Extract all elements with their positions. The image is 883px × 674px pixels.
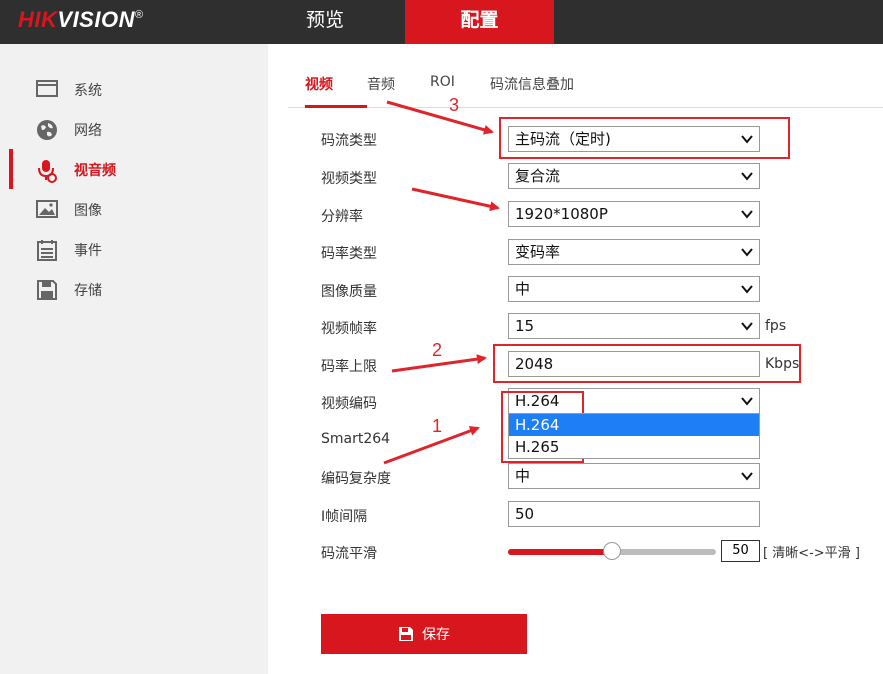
label-stream-smoothing: 码流平滑 [321, 546, 377, 562]
encoding-complexity-select[interactable]: 中 [508, 463, 760, 489]
sidebar-item-audio-video[interactable]: 视音频 [0, 149, 268, 189]
calendar-icon [36, 239, 58, 261]
chevron-down-icon [741, 397, 753, 406]
label-encoding-complexity: 编码复杂度 [321, 471, 391, 487]
tab-video[interactable]: 视频 [305, 74, 333, 94]
sidebar-item-label: 网络 [74, 123, 102, 139]
frame-rate-unit: fps [765, 318, 787, 334]
chevron-down-icon [741, 172, 753, 181]
save-disk-icon [36, 279, 58, 300]
bitrate-type-value: 变码率 [515, 243, 561, 261]
chevron-down-icon [741, 210, 753, 219]
annotation-number-2: 2 [432, 340, 443, 360]
frame-rate-select[interactable]: 15 [508, 313, 760, 339]
chevron-down-icon [741, 285, 753, 294]
dropdown-option-h264[interactable]: H.264 [509, 414, 759, 436]
microphone-icon [36, 159, 58, 183]
label-resolution: 分辨率 [321, 209, 363, 225]
label-video-type: 视频类型 [321, 171, 377, 187]
sub-tab-bar: 视频 音频 ROI 码流信息叠加 [288, 64, 883, 108]
sidebar-item-label: 事件 [74, 243, 102, 259]
chevron-down-icon [741, 248, 753, 257]
hikvision-logo: HIKVISION® [18, 7, 144, 33]
label-image-quality: 图像质量 [321, 284, 377, 300]
image-icon [36, 199, 58, 219]
chevron-down-icon [741, 472, 753, 481]
video-type-select[interactable]: 复合流 [508, 163, 760, 189]
logo-mark: ® [134, 9, 144, 21]
annotation-number-1: 1 [432, 416, 443, 436]
sidebar-item-event[interactable]: 事件 [0, 229, 268, 269]
tab-audio[interactable]: 音频 [367, 74, 395, 94]
image-quality-select[interactable]: 中 [508, 276, 760, 302]
video-encoding-dropdown-list: H.264 H.265 [508, 413, 760, 459]
label-bitrate-type: 码率类型 [321, 246, 377, 262]
label-frame-rate: 视频帧率 [321, 321, 377, 337]
tab-osd[interactable]: 码流信息叠加 [490, 74, 574, 94]
nav-tab-config[interactable]: 配置 [405, 0, 554, 44]
stream-smoothing-hint: [ 清晰<->平滑 ] [763, 546, 860, 561]
dropdown-option-h265[interactable]: H.265 [509, 436, 759, 458]
i-frame-interval-input[interactable]: 50 [508, 501, 760, 527]
sidebar-item-label: 图像 [74, 203, 102, 219]
arrow-1 [383, 426, 480, 465]
sidebar-item-network[interactable]: 网络 [0, 109, 268, 149]
bitrate-type-select[interactable]: 变码率 [508, 239, 760, 265]
sidebar: 系统 网络 视音频 图像 事件 存储 [0, 44, 268, 674]
save-button[interactable]: 保存 [321, 614, 527, 654]
label-stream-type: 码流类型 [321, 133, 377, 149]
monitor-icon [36, 79, 58, 99]
annotation-box-2 [493, 344, 801, 383]
sidebar-item-storage[interactable]: 存储 [0, 269, 268, 309]
frame-rate-value: 15 [515, 317, 535, 335]
sidebar-item-system[interactable]: 系统 [0, 69, 268, 109]
annotation-box-3 [499, 117, 790, 159]
logo-vision: VISION [57, 7, 135, 32]
save-button-label: 保存 [422, 627, 450, 643]
save-icon [399, 627, 413, 641]
nav-tab-preview[interactable]: 预览 [250, 0, 400, 44]
sidebar-item-image[interactable]: 图像 [0, 189, 268, 229]
slider-fill [508, 549, 612, 555]
resolution-select[interactable]: 1920*1080P [508, 201, 760, 227]
encoding-complexity-value: 中 [515, 467, 531, 485]
label-smart264: Smart264 [321, 431, 391, 447]
sidebar-item-label: 系统 [74, 83, 102, 99]
image-quality-value: 中 [515, 280, 531, 298]
slider-thumb[interactable] [603, 542, 621, 560]
sidebar-item-label: 视音频 [74, 163, 116, 179]
label-max-bitrate: 码率上限 [321, 359, 377, 375]
arrow-resolution [411, 187, 500, 212]
globe-icon [36, 119, 58, 140]
video-type-value: 复合流 [515, 167, 561, 185]
resolution-value: 1920*1080P [515, 205, 608, 223]
label-video-encoding: 视频编码 [321, 396, 377, 412]
annotation-number-3: 3 [449, 95, 460, 115]
active-tab-underline [305, 105, 367, 108]
top-bar: HIKVISION® 预览 配置 [0, 0, 883, 44]
sidebar-item-label: 存储 [74, 283, 102, 299]
label-i-frame-interval: I帧间隔 [321, 509, 368, 525]
stream-smoothing-value[interactable]: 50 [721, 540, 760, 562]
logo-hik: HIK [18, 7, 58, 32]
tab-roi[interactable]: ROI [430, 74, 455, 90]
stream-smoothing-slider[interactable] [508, 542, 716, 560]
chevron-down-icon [741, 322, 753, 331]
